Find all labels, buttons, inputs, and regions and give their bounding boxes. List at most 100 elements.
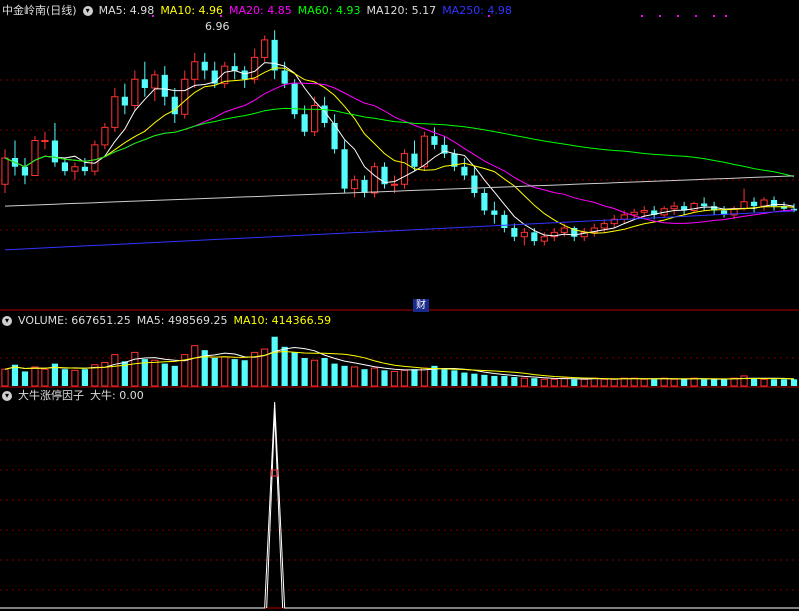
candle-down — [61, 162, 69, 172]
volume-bar-up — [390, 370, 399, 387]
volume-bar-down — [381, 370, 388, 386]
volume-bar-down — [481, 374, 488, 386]
cai-badge[interactable]: 财 — [413, 299, 429, 312]
peak-price-label: 6.96 — [205, 20, 230, 33]
signal-marker — [677, 15, 679, 17]
chevron-down-icon[interactable]: ▾ — [2, 391, 12, 401]
volume-bar-up — [540, 378, 548, 387]
volume-bar-down — [531, 378, 538, 386]
chevron-down-icon[interactable]: ▾ — [82, 6, 93, 16]
vol-ma10-label: MA10: 414366.59 — [233, 314, 332, 327]
candle-up — [640, 210, 648, 213]
candle-up — [131, 78, 139, 106]
candle-up — [261, 39, 269, 58]
volume-bar-down — [301, 358, 308, 386]
volume-bar-down — [780, 379, 788, 386]
price-header: 中金岭南(日线) ▾ MA5: 4.98 MA10: 4.96 MA20: 4.… — [2, 4, 512, 18]
candle-up — [760, 199, 768, 207]
volume-bar-down — [211, 358, 218, 386]
moving-average-lines — [4, 62, 795, 251]
candle-down — [201, 61, 208, 71]
ma10-label: MA10: 4.96 — [160, 4, 224, 17]
volume-bar-down — [411, 369, 418, 386]
volume-bar-down — [681, 379, 688, 386]
candle-up — [1, 157, 9, 185]
candle-down — [471, 175, 478, 193]
ma60-label: MA60: 4.93 — [297, 4, 361, 17]
candle-down — [531, 232, 538, 242]
ma250-label: MA250: 4.98 — [442, 4, 512, 17]
volume-bar-up — [760, 378, 768, 387]
stock-title: 中金岭南(日线) — [2, 4, 77, 17]
indicator-line — [0, 401, 799, 609]
volume-bar-up — [370, 367, 379, 387]
candle-down — [301, 114, 308, 132]
volume-bar-down — [361, 369, 368, 386]
candle-up — [71, 166, 79, 172]
volume-header: ▾ VOLUME: 667651.25 MA5: 498569.25 MA10:… — [2, 314, 331, 328]
candle-down — [511, 228, 518, 237]
volume-bar-down — [281, 346, 288, 386]
candle-down — [51, 140, 59, 163]
candle-down — [231, 66, 238, 71]
volume-bar-up — [740, 375, 748, 387]
volume-bar-down — [770, 379, 778, 386]
volume-bar-up — [550, 378, 558, 387]
volume-bar-up — [560, 377, 568, 387]
volume-pane — [1, 336, 798, 387]
candle-up — [91, 144, 99, 172]
candle-down — [141, 79, 148, 88]
candle-up — [370, 166, 379, 194]
candle-down — [491, 210, 498, 215]
grid-lines — [0, 79, 799, 609]
candle-down — [431, 136, 438, 145]
signal-marker — [725, 15, 727, 17]
signal-marker — [641, 15, 643, 17]
candle-down — [281, 70, 288, 84]
indicator-value: 大牛: 0.00 — [90, 389, 144, 402]
volume-bar-up — [610, 378, 618, 387]
candle-down — [331, 123, 338, 150]
candle-up — [101, 126, 109, 146]
chevron-down-icon[interactable]: ▾ — [2, 316, 12, 326]
candle-up — [420, 135, 429, 168]
candle-up — [151, 74, 159, 89]
volume-bar-up — [670, 378, 678, 387]
volume-bar-up — [350, 366, 359, 387]
candle-up — [181, 78, 189, 115]
indicator-name: 大牛涨停因子 — [18, 389, 84, 402]
candle-up — [560, 227, 568, 233]
volume-bar-down — [790, 379, 798, 386]
indicator-header: ▾ 大牛涨停因子 大牛: 0.00 — [2, 389, 144, 403]
candle-down — [361, 179, 368, 193]
volume-bar-up — [630, 377, 638, 387]
volume-bar-down — [341, 365, 348, 386]
signal-marker — [695, 15, 697, 17]
volume-bar-up — [311, 359, 319, 387]
candle-up — [670, 205, 678, 210]
volume-bar-up — [640, 378, 648, 387]
candle-down — [81, 166, 88, 172]
candle-up — [41, 140, 49, 142]
volume-bar-up — [660, 377, 668, 387]
candle-up — [400, 153, 409, 185]
ma5-label: MA5: 4.98 — [98, 4, 155, 17]
candle-down — [701, 203, 708, 207]
volume-bar-up — [31, 366, 39, 387]
volume-bar-down — [161, 363, 168, 386]
ma250-line — [4, 210, 795, 251]
volume-bar-down — [511, 377, 518, 386]
candle-down — [161, 74, 168, 97]
volume-bar-down — [241, 360, 248, 386]
volume-bar-up — [400, 369, 409, 387]
candle-down — [271, 39, 278, 71]
candle-down — [341, 149, 348, 189]
stock-chart — [0, 15, 799, 609]
candle-down — [381, 166, 388, 185]
candle-down — [171, 96, 178, 115]
volume-bar-up — [71, 369, 79, 387]
candle-up — [540, 236, 548, 242]
candle-up — [620, 214, 628, 220]
volume-bar-down — [61, 369, 69, 386]
volume-bar-down — [81, 369, 88, 386]
